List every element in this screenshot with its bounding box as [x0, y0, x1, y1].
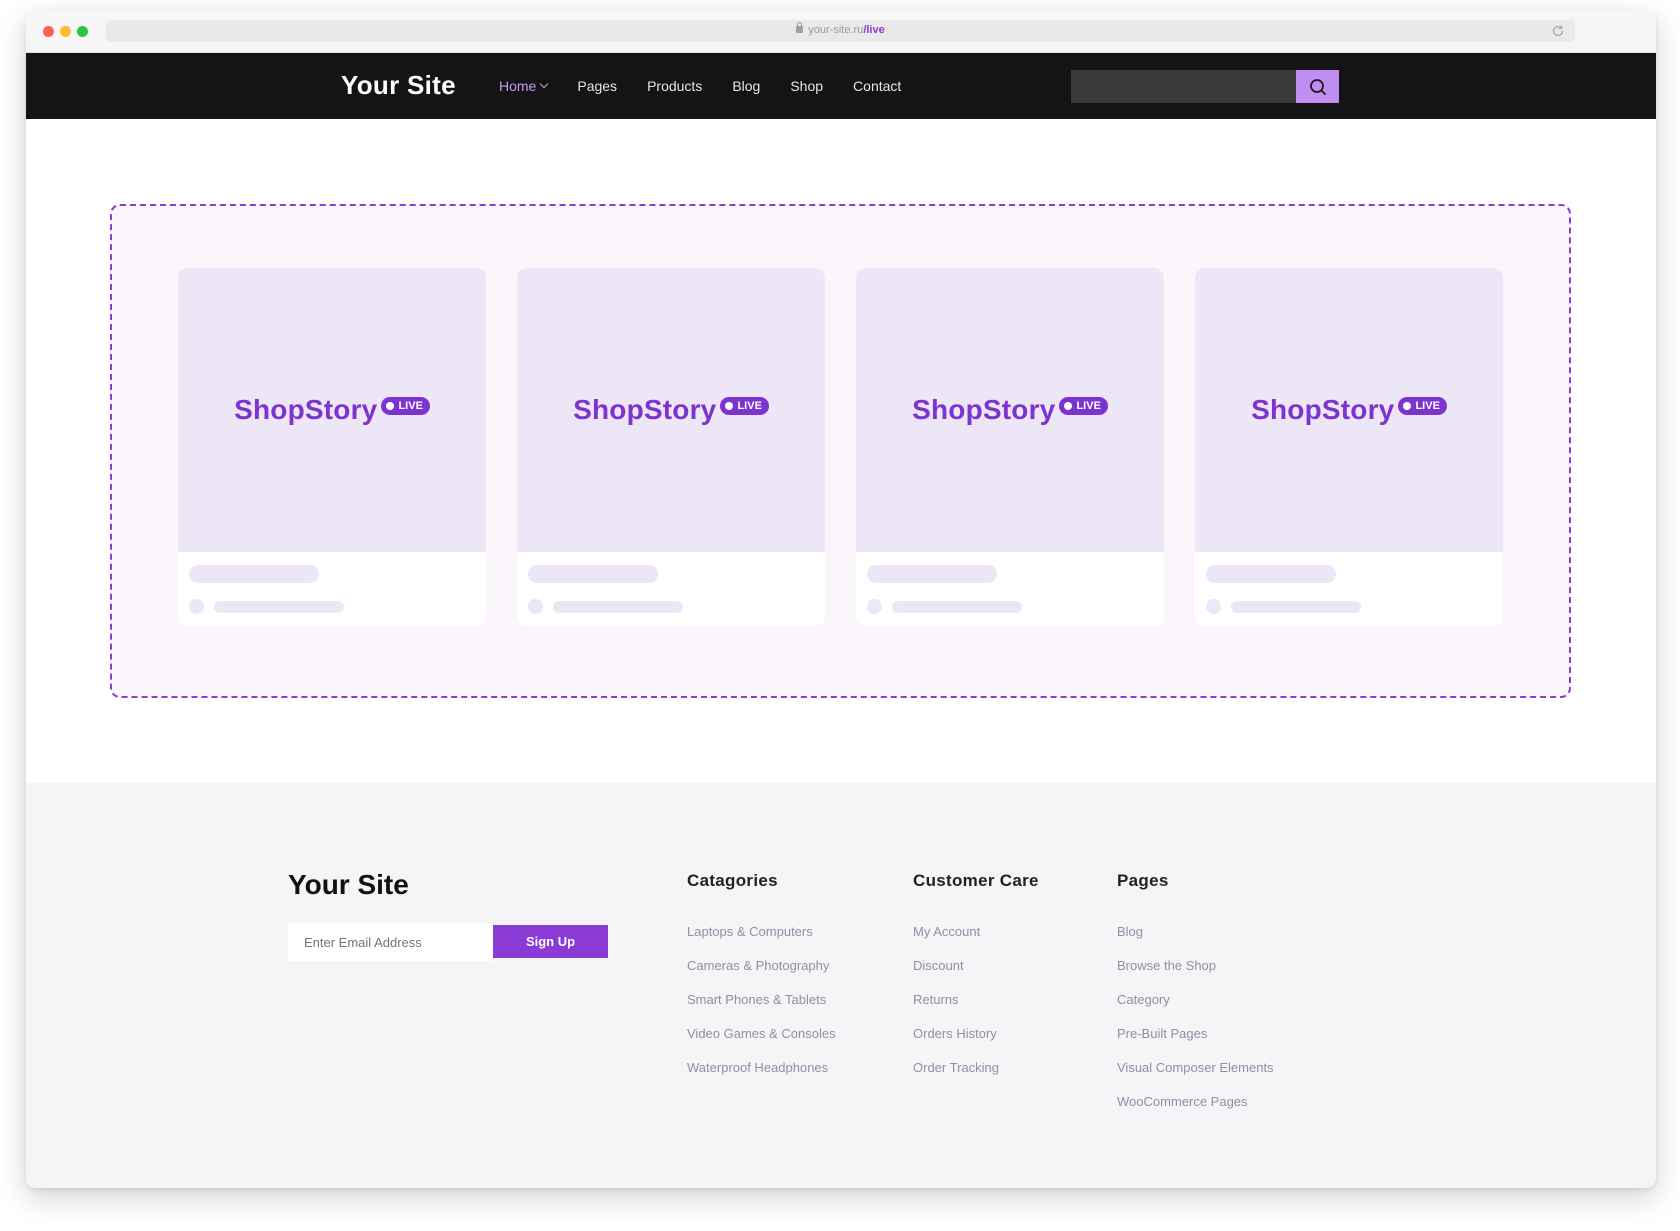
chevron-down-icon — [540, 79, 549, 89]
skeleton-meta — [1231, 601, 1361, 613]
browser-chrome: your-site.ru/live — [26, 10, 1656, 53]
footer-link[interactable]: Video Games & Consoles — [687, 1026, 836, 1060]
url-text: your-site.ru/live — [106, 22, 1575, 36]
live-badge: LIVE — [720, 397, 769, 415]
nav-products[interactable]: Products — [647, 78, 702, 94]
live-badge: LIVE — [381, 397, 430, 415]
footer-link[interactable]: Waterproof Headphones — [687, 1060, 836, 1094]
card-brand: ShopStory — [1251, 394, 1395, 425]
nav-home-label: Home — [499, 78, 537, 94]
address-bar[interactable]: your-site.ru/live — [106, 20, 1575, 42]
footer-column-title: Pages — [1117, 871, 1169, 890]
card-brand: ShopStory — [234, 394, 378, 425]
live-dot-icon — [386, 402, 395, 410]
footer-logo[interactable]: Your Site — [288, 869, 409, 901]
live-dot-icon — [1064, 402, 1073, 410]
live-badge: LIVE — [1059, 397, 1108, 415]
footer-column-title: Customer Care — [913, 871, 1039, 890]
card-image: ShopStory LIVE — [1195, 268, 1503, 552]
card-image: ShopStory LIVE — [517, 268, 825, 552]
footer-column-customer-care: Customer Care My Account Discount Return… — [913, 871, 1039, 1094]
live-dot-icon — [1403, 402, 1412, 410]
skeleton-avatar — [189, 599, 204, 614]
footer-column-title: Catagories — [687, 871, 778, 890]
nav-contact[interactable]: Contact — [853, 78, 901, 94]
maximize-window-button[interactable] — [77, 26, 88, 37]
footer-link[interactable]: Returns — [913, 992, 1039, 1026]
url-domain: your-site.ru — [808, 24, 864, 36]
card-brand: ShopStory — [912, 394, 1056, 425]
card-image: ShopStory LIVE — [856, 268, 1164, 552]
skeleton-avatar — [528, 599, 543, 614]
reload-icon[interactable] — [1551, 24, 1565, 38]
footer-link[interactable]: Category — [1117, 992, 1274, 1026]
skeleton-title — [1206, 565, 1336, 583]
footer-column-categories: Catagories Laptops & Computers Cameras &… — [687, 871, 836, 1094]
nav-shop[interactable]: Shop — [790, 78, 823, 94]
nav-pages[interactable]: Pages — [577, 78, 617, 94]
footer-link[interactable]: Orders History — [913, 1026, 1039, 1060]
product-card[interactable]: ShopStory LIVE — [1195, 268, 1503, 626]
footer-link[interactable]: Laptops & Computers — [687, 924, 836, 958]
skeleton-title — [189, 565, 319, 583]
live-badge-label: LIVE — [1415, 400, 1440, 412]
nav-blog[interactable]: Blog — [732, 78, 760, 94]
skeleton-avatar — [1206, 599, 1221, 614]
skeleton-meta — [553, 601, 683, 613]
footer-link[interactable]: My Account — [913, 924, 1039, 958]
skeleton-title — [867, 565, 997, 583]
product-card[interactable]: ShopStory LIVE — [517, 268, 825, 626]
product-card[interactable]: ShopStory LIVE — [178, 268, 486, 626]
site-logo[interactable]: Your Site — [341, 70, 456, 101]
footer-link[interactable]: Visual Composer Elements — [1117, 1060, 1274, 1094]
skeleton-title — [528, 565, 658, 583]
footer-link[interactable]: Browse the Shop — [1117, 958, 1274, 992]
skeleton-meta — [214, 601, 344, 613]
footer-link[interactable]: Discount — [913, 958, 1039, 992]
live-widget-area: ShopStory LIVE ShopStory LIVE ShopStory … — [110, 204, 1571, 698]
card-brand: ShopStory — [573, 394, 717, 425]
sign-up-button[interactable]: Sign Up — [493, 925, 608, 958]
main-nav: Home Pages Products Blog Shop Contact — [499, 78, 931, 94]
footer-link[interactable]: Order Tracking — [913, 1060, 1039, 1094]
search-button[interactable] — [1296, 70, 1339, 103]
minimize-window-button[interactable] — [60, 26, 71, 37]
skeleton-meta — [892, 601, 1022, 613]
live-badge-label: LIVE — [737, 400, 762, 412]
footer-link[interactable]: Blog — [1117, 924, 1274, 958]
close-window-button[interactable] — [43, 26, 54, 37]
nav-home[interactable]: Home — [499, 78, 549, 94]
site-header: Your Site Home Pages Products Blog Shop … — [26, 53, 1656, 119]
lock-icon — [796, 22, 804, 33]
live-badge-label: LIVE — [398, 400, 423, 412]
footer-link[interactable]: Smart Phones & Tablets — [687, 992, 836, 1026]
product-card[interactable]: ShopStory LIVE — [856, 268, 1164, 626]
footer-link[interactable]: WooCommerce Pages — [1117, 1094, 1274, 1128]
footer-link[interactable]: Cameras & Photography — [687, 958, 836, 992]
email-field[interactable] — [288, 923, 493, 961]
live-badge-label: LIVE — [1076, 400, 1101, 412]
search-input[interactable] — [1071, 70, 1296, 103]
skeleton-avatar — [867, 599, 882, 614]
site-footer: Your Site Sign Up Catagories Laptops & C… — [26, 783, 1656, 1188]
card-image: ShopStory LIVE — [178, 268, 486, 552]
live-dot-icon — [725, 402, 734, 410]
browser-window: your-site.ru/live Your Site Home Pages P… — [26, 10, 1656, 1188]
footer-link[interactable]: Pre-Built Pages — [1117, 1026, 1274, 1060]
footer-column-pages: Pages Blog Browse the Shop Category Pre-… — [1117, 871, 1274, 1128]
url-path: /live — [863, 24, 885, 36]
search-icon — [1309, 78, 1326, 95]
live-badge: LIVE — [1398, 397, 1447, 415]
